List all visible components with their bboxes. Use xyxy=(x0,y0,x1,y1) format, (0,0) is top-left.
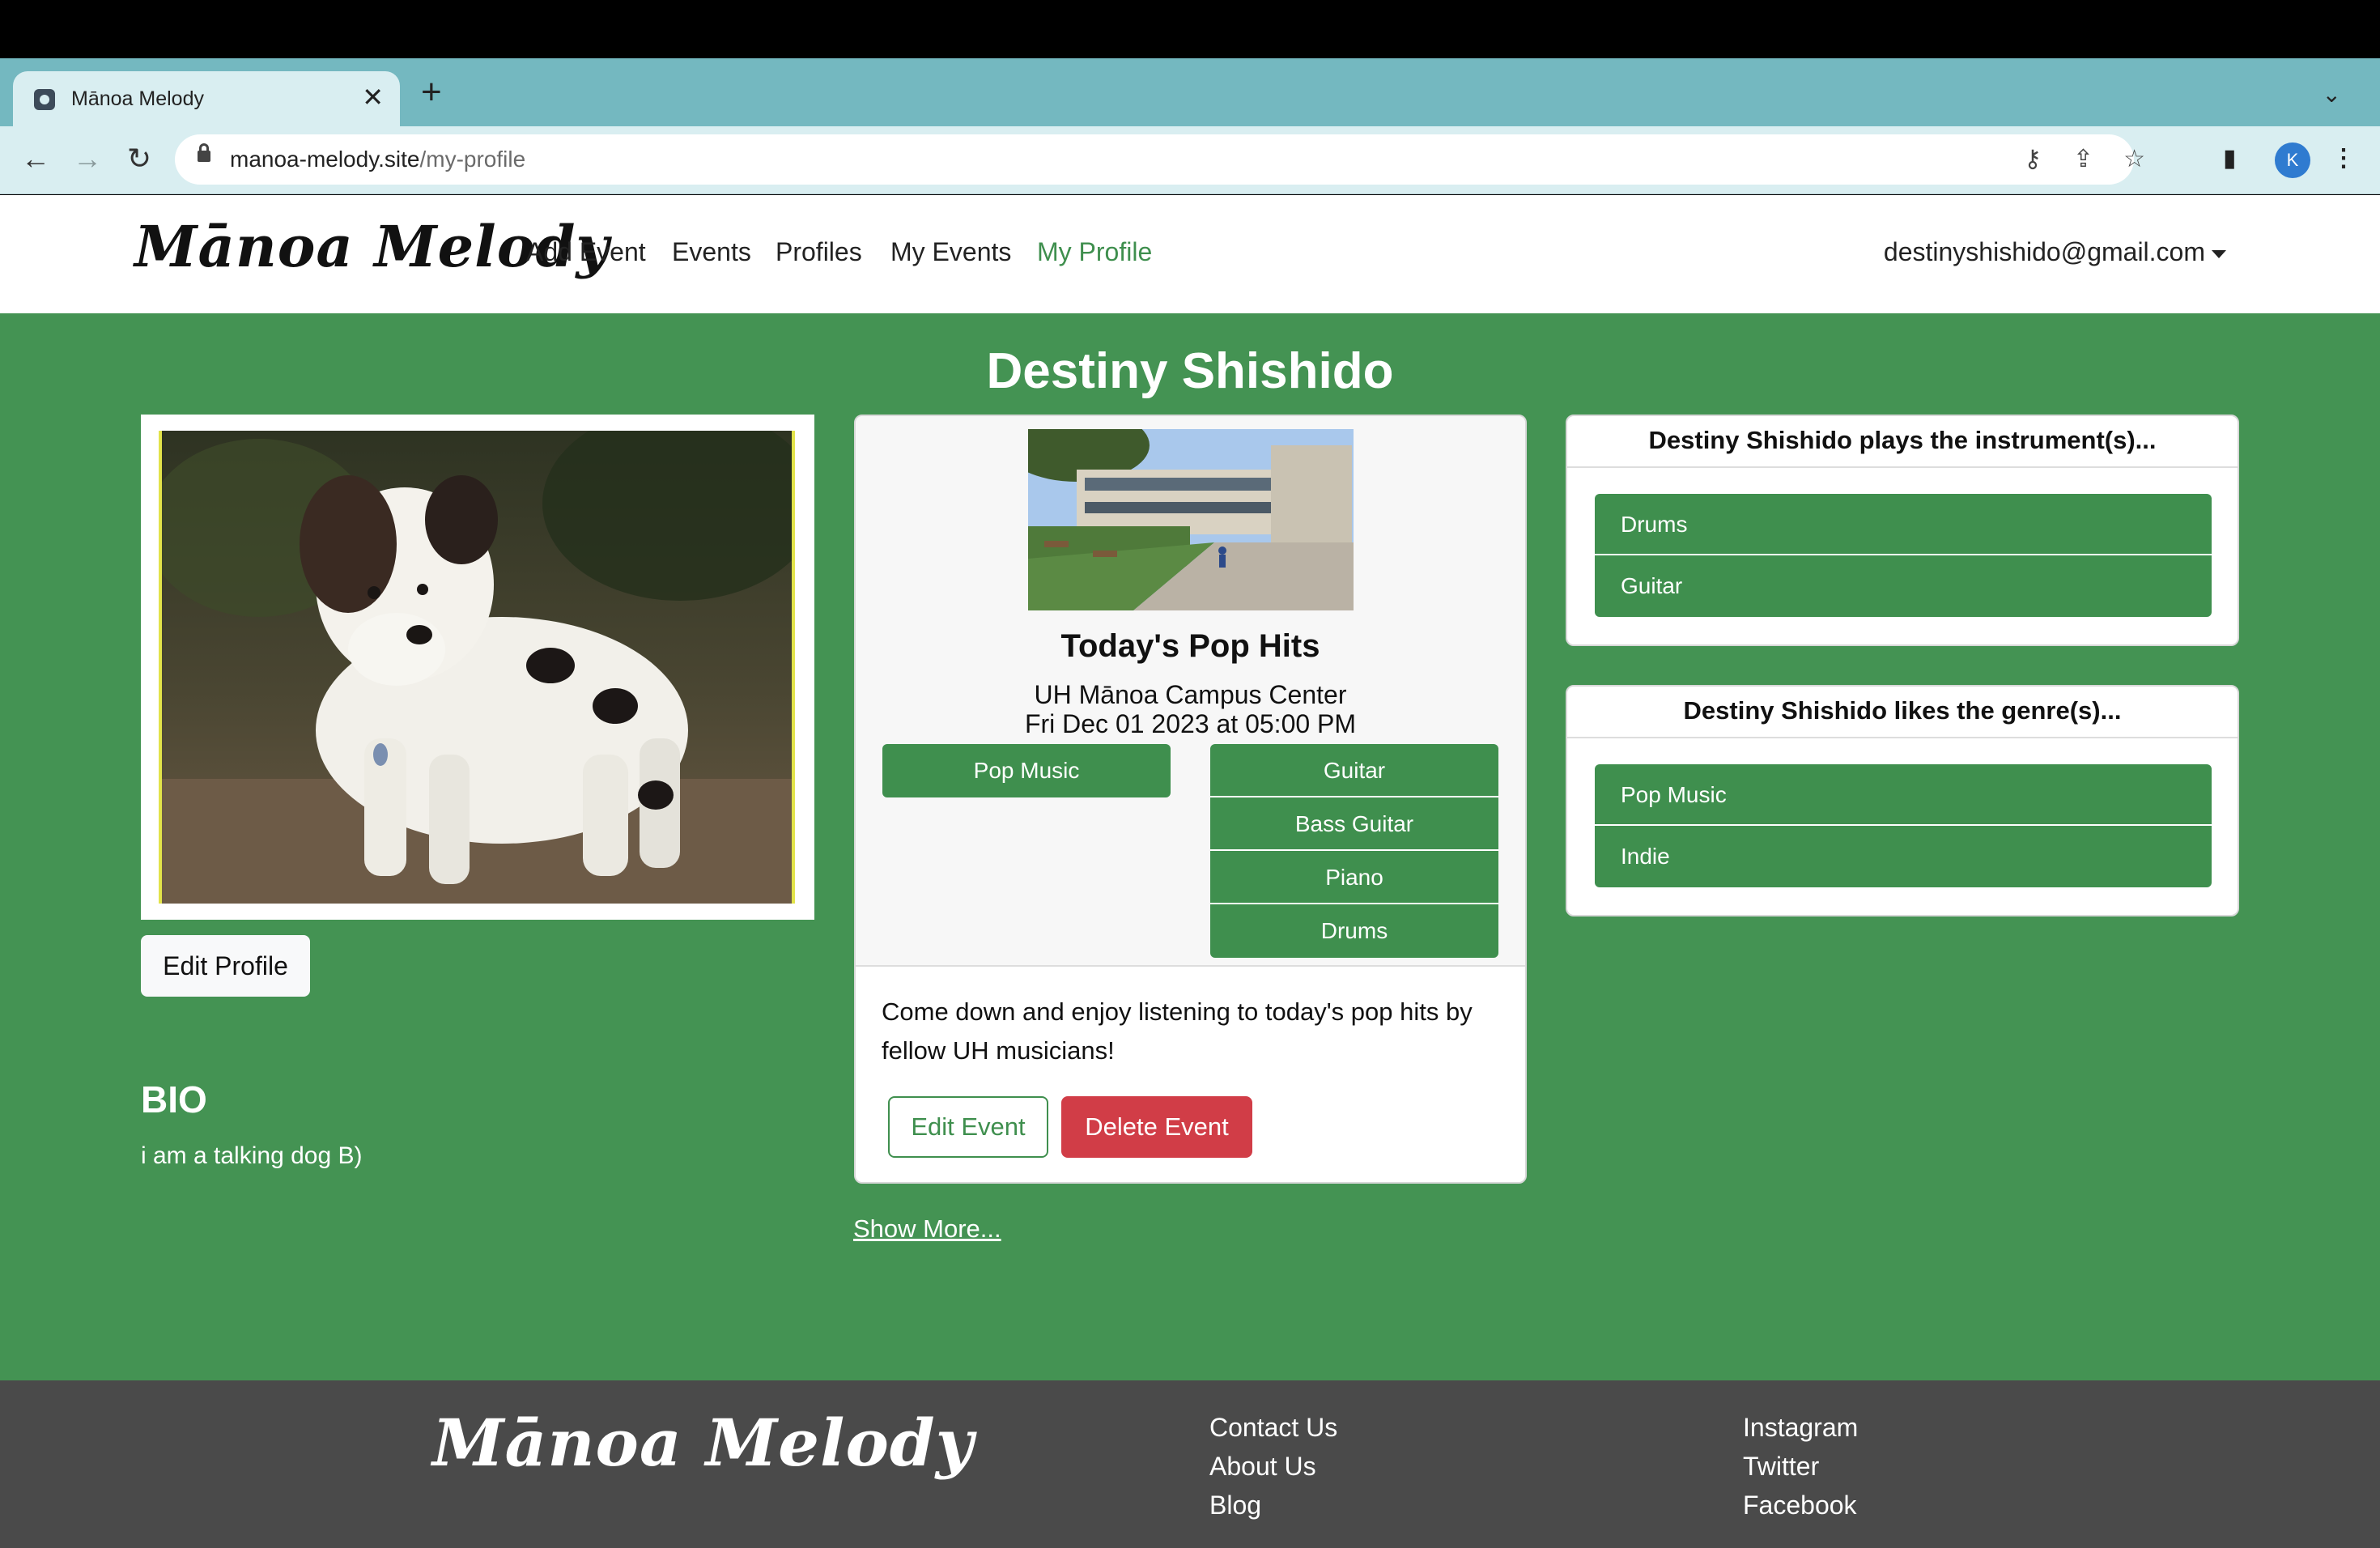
event-card: Today's Pop Hits UH Mānoa Campus Center … xyxy=(854,415,1527,1184)
nav-profiles[interactable]: Profiles xyxy=(776,237,862,267)
campus-center-illustration xyxy=(1028,429,1354,610)
browser-toolbar: ← → ↻ manoa-melody.site/my-profile ⚷ ⇪ ☆… xyxy=(0,126,2380,194)
profile-photo xyxy=(159,431,795,904)
side-panel-icon[interactable]: ▮ xyxy=(2223,142,2237,175)
close-tab-icon[interactable]: ✕ xyxy=(362,83,384,112)
event-title: Today's Pop Hits xyxy=(1060,628,1320,664)
genres-list: Pop Music Indie xyxy=(1595,764,2212,887)
event-instrument-tag[interactable]: Drums xyxy=(1210,904,1498,958)
browser-menu-icon[interactable]: ⋮ xyxy=(2331,142,2356,175)
nav-events[interactable]: Events xyxy=(672,237,751,267)
profile-photo-frame xyxy=(141,415,814,920)
bookmark-star-icon[interactable]: ☆ xyxy=(2123,144,2145,175)
nav-my-events[interactable]: My Events xyxy=(890,237,1011,267)
event-instrument-tag[interactable]: Bass Guitar xyxy=(1210,797,1498,851)
site-navbar: Mānoa Melody Add Event Events Profiles M… xyxy=(0,195,2380,313)
genres-card-heading: Destiny Shishido likes the genre(s)... xyxy=(1567,687,2238,738)
share-icon[interactable]: ⇪ xyxy=(2073,144,2093,175)
dog-photo-illustration xyxy=(162,431,792,904)
browser-tab[interactable]: Mānoa Melody ✕ xyxy=(13,71,400,126)
footer-link-contact-us[interactable]: Contact Us xyxy=(1209,1408,1337,1447)
bio-heading: BIO xyxy=(141,1078,207,1121)
password-key-icon[interactable]: ⚷ xyxy=(2024,144,2042,175)
tab-title: Mānoa Melody xyxy=(71,87,204,110)
address-bar[interactable]: manoa-melody.site/my-profile ⚷ ⇪ ☆ xyxy=(175,134,2145,185)
footer-link-instagram[interactable]: Instagram xyxy=(1743,1408,1858,1447)
delete-event-button[interactable]: Delete Event xyxy=(1061,1096,1252,1158)
back-arrow-icon[interactable]: ← xyxy=(18,141,53,176)
reload-icon[interactable]: ↻ xyxy=(121,141,157,176)
profile-name-heading: Destiny Shishido xyxy=(986,343,1394,399)
event-description: Come down and enjoy listening to today's… xyxy=(882,997,1473,1065)
tab-search-chevron-icon[interactable]: ⌄ xyxy=(2323,81,2341,108)
footer-link-twitter[interactable]: Twitter xyxy=(1743,1447,1858,1486)
footer-links-social: Instagram Twitter Facebook xyxy=(1743,1408,1858,1525)
bio-text: i am a talking dog B) xyxy=(141,1142,363,1169)
lock-icon[interactable] xyxy=(198,143,210,162)
site-footer: Mānoa Melody Contact Us About Us Blog In… xyxy=(0,1380,2380,1548)
nav-add-event[interactable]: Add Event xyxy=(526,237,646,267)
footer-link-blog[interactable]: Blog xyxy=(1209,1486,1337,1525)
footer-links-site: Contact Us About Us Blog xyxy=(1209,1408,1337,1525)
genres-card: Destiny Shishido likes the genre(s)... P… xyxy=(1566,685,2239,916)
profile-page: Destiny Shishido Edit Profile BIO i am a… xyxy=(0,313,2380,1380)
event-genre-list: Pop Music xyxy=(882,744,1171,797)
edit-event-button[interactable]: Edit Event xyxy=(888,1096,1048,1158)
forward-arrow-icon[interactable]: → xyxy=(70,141,105,176)
footer-link-facebook[interactable]: Facebook xyxy=(1743,1486,1858,1525)
footer-link-about-us[interactable]: About Us xyxy=(1209,1447,1337,1486)
genre-item[interactable]: Pop Music xyxy=(1595,764,2212,826)
footer-brand-logo: Mānoa Melody xyxy=(432,1405,975,1481)
event-date: Fri Dec 01 2023 at 05:00 PM xyxy=(1024,709,1357,738)
instrument-item[interactable]: Drums xyxy=(1595,494,2212,555)
caret-down-icon xyxy=(2212,249,2226,258)
event-instrument-list: Guitar Bass Guitar Piano Drums xyxy=(1210,744,1498,958)
instrument-item[interactable]: Guitar xyxy=(1595,555,2212,617)
event-instrument-tag[interactable]: Guitar xyxy=(1210,744,1498,797)
instruments-card-heading: Destiny Shishido plays the instrument(s)… xyxy=(1567,416,2238,468)
url-path: /my-profile xyxy=(419,147,526,172)
profile-avatar[interactable]: K xyxy=(2275,142,2310,178)
nav-my-profile[interactable]: My Profile xyxy=(1037,237,1152,267)
instruments-list: Drums Guitar xyxy=(1595,494,2212,617)
user-email: destinyshishido@gmail.com xyxy=(1883,237,2205,266)
new-tab-icon[interactable]: + xyxy=(421,74,442,110)
genre-item[interactable]: Indie xyxy=(1595,826,2212,887)
event-instrument-tag[interactable]: Piano xyxy=(1210,851,1498,904)
user-dropdown[interactable]: destinyshishido@gmail.com xyxy=(1884,237,2226,267)
url-host: manoa-melody.site xyxy=(230,147,420,172)
show-more-link[interactable]: Show More... xyxy=(853,1214,1001,1244)
event-image xyxy=(1028,429,1354,610)
instruments-card: Destiny Shishido plays the instrument(s)… xyxy=(1566,415,2239,646)
edit-profile-button[interactable]: Edit Profile xyxy=(141,935,310,997)
browser-tab-strip: Mānoa Melody ✕ + ⌄ xyxy=(0,58,2380,126)
event-genre-tag[interactable]: Pop Music xyxy=(882,744,1171,797)
os-top-bar xyxy=(0,0,2380,58)
event-card-header: Today's Pop Hits UH Mānoa Campus Center … xyxy=(856,416,1525,967)
event-venue: UH Mānoa Campus Center xyxy=(1034,680,1347,709)
site-favicon-icon xyxy=(34,89,55,110)
url-text[interactable]: manoa-melody.site/my-profile xyxy=(230,147,525,172)
